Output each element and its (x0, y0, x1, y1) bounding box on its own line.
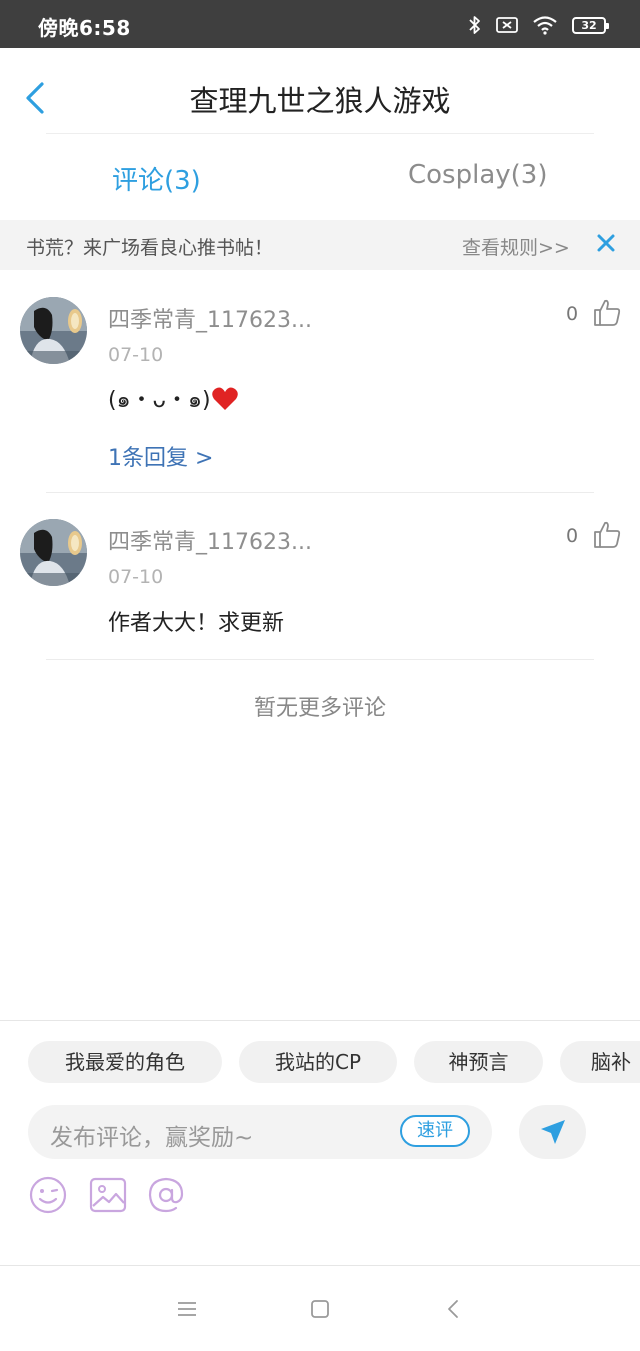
comment-date: 07-10 (108, 344, 164, 366)
back-icon[interactable] (443, 1298, 465, 1320)
red-heart-icon (211, 387, 238, 410)
tab-comments[interactable]: 评论(3) (112, 160, 201, 197)
quick-tag-chip[interactable]: 脑补 (560, 1041, 640, 1083)
send-icon (541, 1120, 565, 1144)
no-more-comments: 暂无更多评论 (253, 696, 386, 721)
bluetooth-icon (469, 16, 480, 34)
promo-banner[interactable]: 书荒？来广场看良心推书帖！ 查看规则>> (0, 220, 640, 270)
send-button[interactable] (519, 1105, 586, 1159)
comment-divider (46, 659, 594, 660)
comment-username[interactable]: 四季常青_117623... (108, 302, 312, 334)
emoji-icon[interactable] (28, 1175, 68, 1215)
thumbs-up-icon[interactable] (592, 298, 622, 328)
avatar[interactable] (20, 519, 87, 586)
like-count: 0 (566, 303, 579, 325)
quick-tag-chip[interactable]: 神预言 (414, 1041, 543, 1083)
page-title: 查理九世之狼人游戏 (189, 84, 451, 118)
wifi-icon (533, 16, 557, 35)
comment-input-placeholder: 发布评论，赢奖励~ (50, 1125, 254, 1151)
mention-icon[interactable] (146, 1175, 186, 1215)
header: 查理九世之狼人游戏 (0, 48, 640, 134)
tab-bar: 评论(3) Cosplay(3) (0, 134, 640, 220)
comment-date: 07-10 (108, 566, 164, 588)
avatar[interactable] (20, 297, 87, 364)
comment-item: 四季常青_117623... 07-10 (๑・ᴗ・๑) 1条回复 > 0 (0, 270, 640, 492)
quick-tag-chip[interactable]: 我站的CP (239, 1041, 397, 1083)
tab-cosplay[interactable]: Cosplay(3) (408, 160, 547, 190)
comment-text: (๑・ᴗ・๑) (108, 382, 239, 417)
view-replies-link[interactable]: 1条回复 > (108, 440, 213, 472)
system-nav-bar (0, 1266, 640, 1351)
comment-input[interactable]: 发布评论，赢奖励~ 速评 (28, 1105, 492, 1159)
battery-indicator: 32 (572, 16, 609, 34)
view-rules-link[interactable]: 查看规则>> (462, 233, 570, 260)
quick-review-button[interactable]: 速评 (400, 1115, 470, 1147)
menu-icon[interactable] (176, 1298, 198, 1320)
comment-text: 作者大大！求更新 (108, 611, 285, 636)
home-icon[interactable] (309, 1298, 331, 1320)
banner-text: 书荒？来广场看良心推书帖！ (26, 237, 274, 259)
thumbs-up-icon[interactable] (592, 520, 622, 550)
image-icon[interactable] (88, 1175, 128, 1215)
comment-username[interactable]: 四季常青_117623... (108, 524, 312, 556)
like-count: 0 (566, 525, 579, 547)
status-time: 傍晚6:58 (38, 16, 131, 40)
comment-text-body: (๑・ᴗ・๑) (108, 388, 211, 413)
comment-item: 四季常青_117623... 07-10 作者大大！求更新 0 (0, 493, 640, 659)
close-icon[interactable] (596, 233, 616, 253)
comment-composer: 我最爱的角色 我站的CP 神预言 脑补 发布评论，赢奖励~ 速评 (0, 1020, 640, 1266)
status-icons: 32 (468, 14, 609, 36)
quick-tag-chip[interactable]: 我最爱的角色 (28, 1041, 222, 1083)
status-bar: 傍晚6:58 32 (0, 0, 640, 48)
sim-off-icon (496, 17, 518, 33)
